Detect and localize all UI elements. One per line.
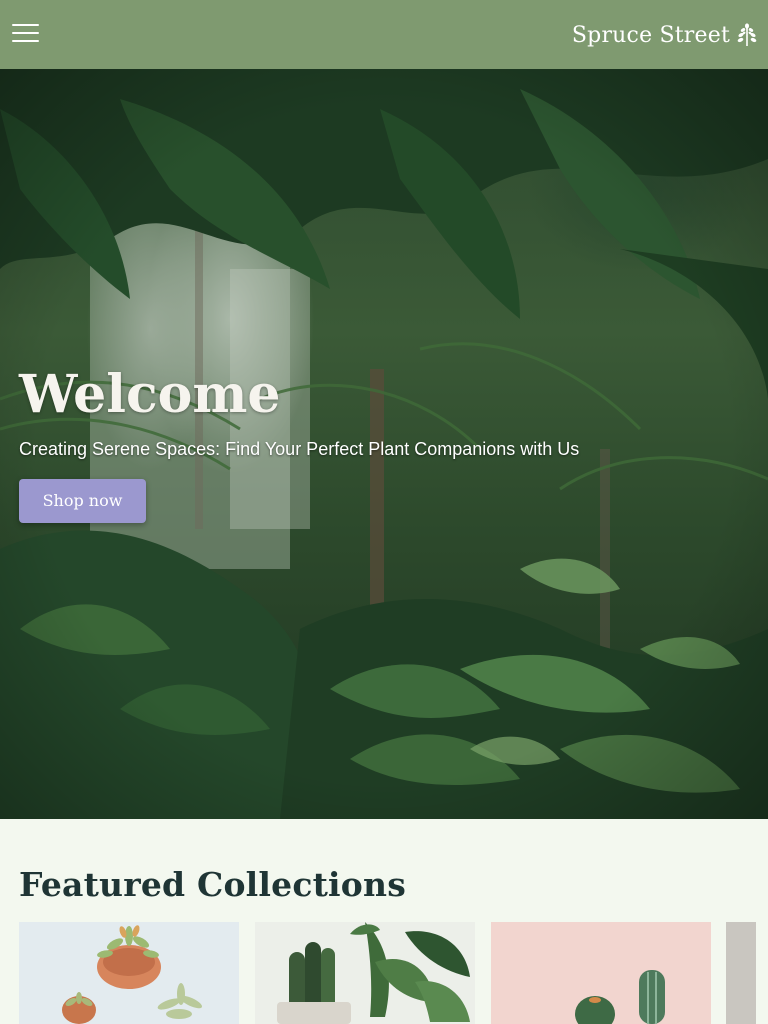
collection-card-succulents[interactable] [19, 922, 239, 1024]
collections-carousel [19, 922, 768, 1024]
partial-collection-image [726, 922, 756, 1024]
shop-now-button[interactable]: Shop now [19, 479, 146, 523]
top-navigation-bar: Spruce Street [0, 0, 768, 69]
collection-card-cacti-pink[interactable] [491, 922, 711, 1024]
featured-collections-section: Featured Collections [0, 819, 768, 1024]
hero-title: Welcome [19, 364, 281, 425]
hamburger-menu-icon[interactable] [12, 23, 40, 45]
collection-card-partial[interactable] [726, 922, 756, 1024]
cacti-pink-image [491, 922, 711, 1024]
succulents-image [62, 925, 203, 1024]
hero-content: Welcome Creating Serene Spaces: Find You… [19, 369, 579, 523]
collection-card-cactus[interactable] [255, 922, 475, 1024]
section-title: Featured Collections [19, 865, 406, 904]
hero-subtitle: Creating Serene Spaces: Find Your Perfec… [19, 439, 580, 459]
tree-icon [737, 23, 757, 46]
brand-name: Spruce Street [571, 22, 730, 48]
cactus-image [255, 922, 475, 1024]
hero-banner: Welcome Creating Serene Spaces: Find You… [0, 69, 768, 819]
brand-logo-link[interactable]: Spruce Street [572, 18, 760, 52]
